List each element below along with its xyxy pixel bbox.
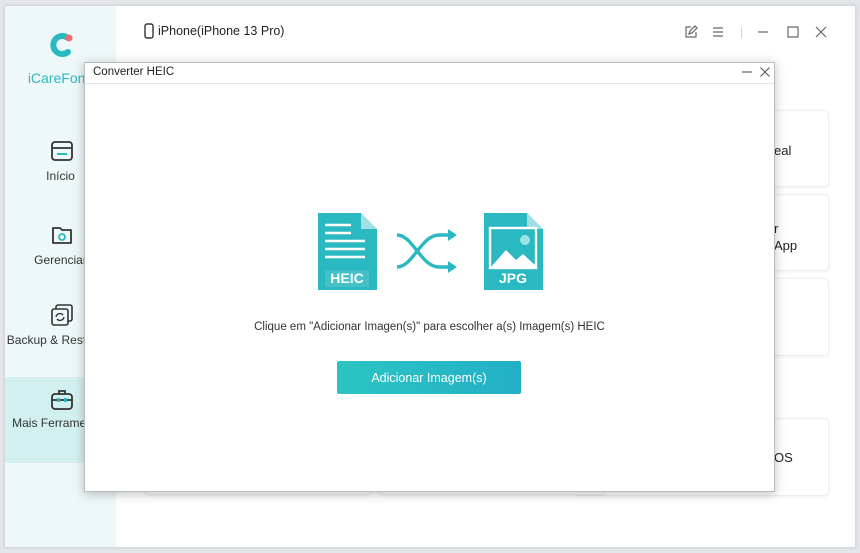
home-icon <box>51 141 73 161</box>
feedback-edit-icon[interactable] <box>684 25 698 39</box>
dialog-title: Converter HEIC <box>93 66 175 78</box>
device-name: iPhone(iPhone 13 Pro) <box>158 24 285 38</box>
heic-file-icon: HEIC <box>318 213 377 290</box>
heic-to-jpg-illustration: HEIC JPG <box>318 213 543 290</box>
converter-heic-dialog: Converter HEIC HEIC JPG Clique em "Adici… <box>84 62 775 492</box>
tool-card-label: OS <box>774 450 793 465</box>
minimize-icon[interactable] <box>756 25 770 39</box>
toolbar-divider <box>741 27 742 38</box>
close-icon[interactable] <box>759 66 771 78</box>
add-images-button[interactable]: Adicionar Imagem(s) <box>337 361 521 394</box>
app-logo-icon <box>50 33 73 57</box>
menu-icon[interactable] <box>711 25 725 39</box>
jpg-file-icon: JPG <box>484 213 543 290</box>
folder-gear-icon <box>52 227 72 244</box>
phone-icon <box>144 23 154 39</box>
shuffle-arrows-icon <box>396 229 457 273</box>
dialog-titlebar: Converter HEIC <box>85 63 774 84</box>
minimize-icon[interactable] <box>741 66 753 78</box>
toolbox-icon <box>51 390 73 410</box>
close-icon[interactable] <box>814 25 828 39</box>
maximize-icon[interactable] <box>786 25 800 39</box>
heic-label: HEIC <box>330 270 363 286</box>
instruction-text: Clique em "Adicionar Imagen(s)" para esc… <box>254 321 605 333</box>
tool-card-label: eal <box>774 143 792 158</box>
backup-restore-icon <box>51 304 73 326</box>
jpg-label: JPG <box>499 270 527 286</box>
tool-card-label: App <box>774 238 798 253</box>
